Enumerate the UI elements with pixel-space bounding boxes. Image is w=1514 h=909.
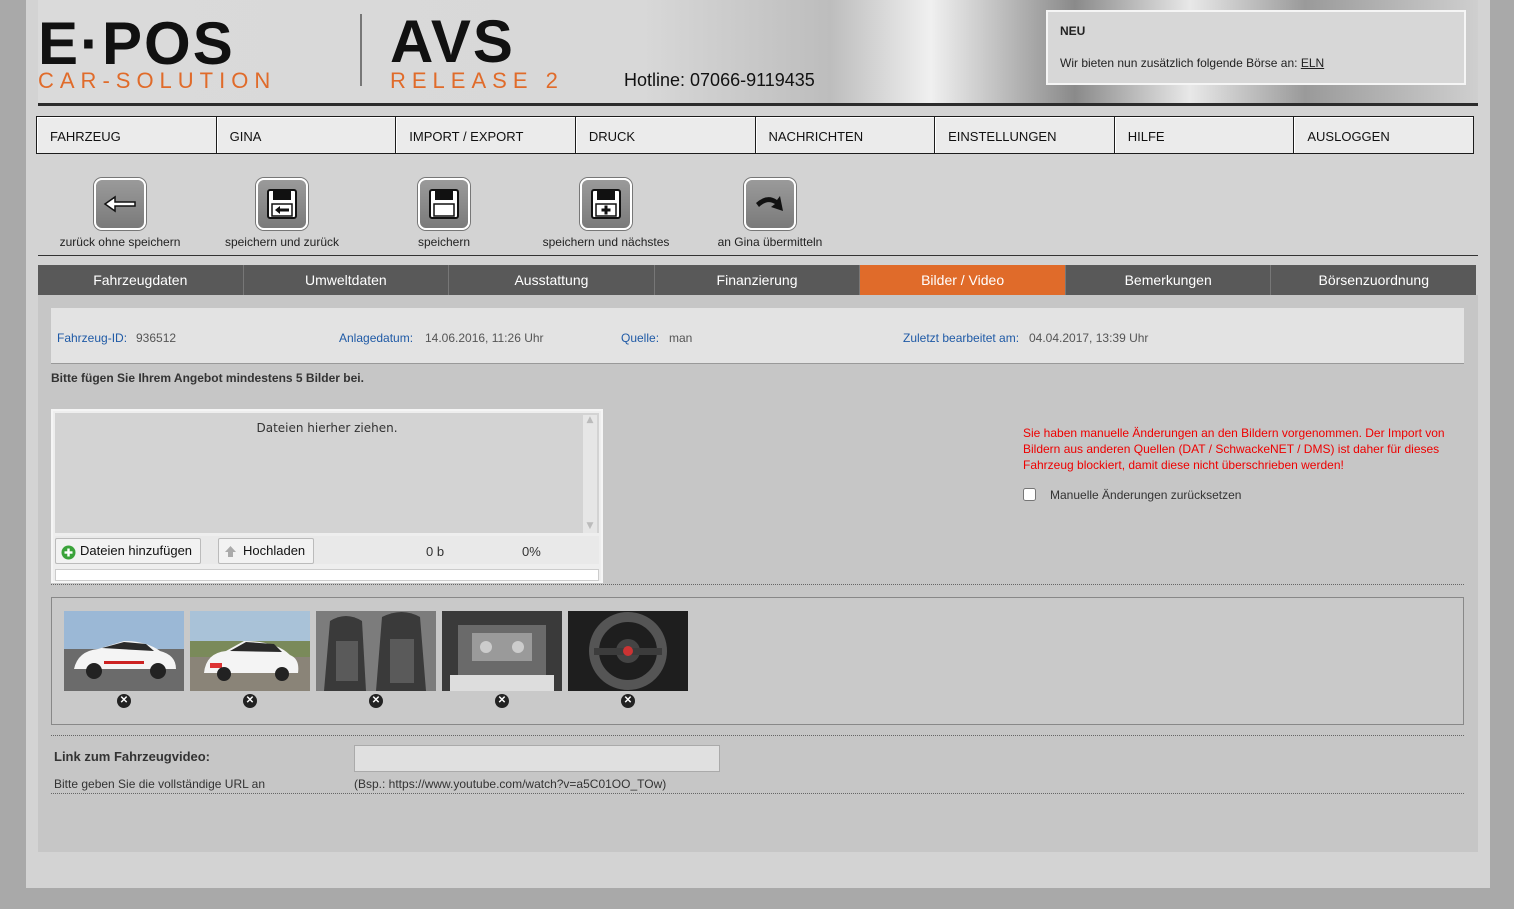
divider — [51, 584, 1464, 585]
upload-progress-bar — [55, 569, 599, 581]
created-value: 14.06.2016, 11:26 Uhr — [425, 331, 544, 345]
scroll-down-icon: ▼ — [586, 521, 594, 531]
file-uploader: Dateien hierher ziehen. ▲ ▼ Dateien hinzu… — [51, 409, 603, 583]
tab-umweltdaten[interactable]: Umweltdaten — [243, 265, 450, 295]
vehicle-id-value: 936512 — [136, 331, 177, 345]
vehicle-id-label: Fahrzeug-ID: — [57, 331, 128, 345]
vehicle-image-5[interactable] — [568, 611, 688, 691]
floppy-disk-icon — [418, 178, 470, 230]
vehicle-image-1[interactable] — [64, 611, 184, 691]
upload-button[interactable]: Hochladen — [218, 538, 315, 564]
section-tabs: Fahrzeugdaten Umweltdaten Ausstattung Fi… — [38, 265, 1477, 295]
save-button[interactable]: speichern — [374, 170, 514, 249]
save-and-next-button[interactable]: speichern und nächstes — [536, 170, 676, 249]
floppy-back-icon — [256, 178, 308, 230]
news-link-eln[interactable]: ELN — [1301, 56, 1324, 70]
reset-manual-changes[interactable]: Manuelle Änderungen zurücksetzen — [1023, 488, 1241, 502]
upload-label: Hochladen — [243, 543, 306, 558]
nav-import-export[interactable]: IMPORT / EXPORT — [396, 117, 575, 153]
save-and-next-label: speichern und nächstes — [542, 235, 670, 249]
delete-image-4-icon[interactable]: ✕ — [495, 694, 509, 708]
arrow-up-icon — [224, 545, 237, 561]
upload-percent: 0% — [522, 544, 541, 559]
tab-ausstattung[interactable]: Ausstattung — [449, 265, 655, 295]
save-and-back-label: speichern und zurück — [224, 235, 340, 249]
tab-fahrzeugdaten[interactable]: Fahrzeugdaten — [38, 265, 244, 295]
back-without-save-button[interactable]: zurück ohne speichern — [48, 170, 192, 249]
plus-circle-icon — [61, 545, 76, 563]
nav-hilfe[interactable]: HILFE — [1114, 117, 1294, 153]
nav-druck[interactable]: DRUCK — [575, 117, 755, 153]
add-files-button[interactable]: Dateien hinzufügen — [55, 538, 202, 564]
vehicle-image-3[interactable] — [316, 611, 436, 691]
main-nav: FAHRZEUG GINA IMPORT / EXPORT DRUCK NACH… — [36, 116, 1474, 154]
source-label: Quelle: — [621, 331, 660, 345]
send-arrow-icon — [744, 178, 796, 230]
tab-content: Fahrzeug-ID: 936512 Anlagedatum: 14.06.2… — [38, 295, 1478, 852]
back-without-save-label: zurück ohne speichern — [59, 235, 181, 249]
nav-nachrichten[interactable]: NACHRICHTEN — [755, 117, 935, 153]
save-and-back-button[interactable]: speichern und zurück — [212, 170, 352, 249]
reset-checkbox[interactable] — [1023, 488, 1036, 501]
nav-gina[interactable]: GINA — [216, 117, 396, 153]
upload-size: 0 b — [426, 544, 445, 559]
tab-bilder-video[interactable]: Bilder / Video — [860, 265, 1066, 295]
floppy-plus-icon — [580, 178, 632, 230]
tab-bemerkungen[interactable]: Bemerkungen — [1065, 265, 1272, 295]
edited-label: Zuletzt bearbeitet am: — [903, 331, 1020, 345]
reset-label: Manuelle Änderungen zurücksetzen — [1050, 488, 1242, 502]
epos-logo: E·POS — [38, 10, 235, 77]
tab-boersenzuordnung[interactable]: Börsenzuordnung — [1271, 265, 1477, 295]
delete-image-5-icon[interactable]: ✕ — [621, 694, 635, 708]
delete-image-1-icon[interactable]: ✕ — [117, 694, 131, 708]
vehicle-image-4[interactable] — [442, 611, 562, 691]
vehicle-image-2[interactable] — [190, 611, 310, 691]
nav-fahrzeug[interactable]: FAHRZEUG — [37, 117, 216, 153]
tab-finanzierung[interactable]: Finanzierung — [654, 265, 861, 295]
divider — [51, 793, 1464, 794]
hotline: Hotline: 07066-9119435 — [624, 70, 815, 90]
video-help-text: Bitte geben Sie die vollständige URL an — [54, 777, 266, 791]
video-link-label: Link zum Fahrzeugvideo: — [54, 749, 211, 764]
source-value: man — [669, 331, 693, 345]
delete-image-2-icon[interactable]: ✕ — [243, 694, 257, 708]
video-url-input[interactable] — [354, 745, 720, 772]
avs-logo-sub: RELEASE 2 — [390, 68, 564, 93]
drop-zone-scrollbar[interactable]: ▲ ▼ — [583, 415, 597, 533]
uploader-controls: Dateien hinzufügen Hochladen 0 b 0% — [55, 536, 599, 564]
news-box: NEU Wir bieten nun zusätzlich folgende B… — [1046, 10, 1466, 85]
avs-logo: AVS — [390, 8, 515, 75]
send-to-gina-label: an Gina übermitteln — [717, 235, 823, 249]
nav-ausloggen[interactable]: AUSLOGGEN — [1294, 117, 1473, 153]
divider — [51, 735, 1464, 736]
news-text: Wir bieten nun zusätzlich folgende Börse… — [1060, 56, 1325, 70]
delete-image-3-icon[interactable]: ✕ — [369, 694, 383, 708]
logo-divider — [360, 14, 362, 86]
vehicle-info-bar: Fahrzeug-ID: 936512 Anlagedatum: 14.06.2… — [51, 308, 1464, 364]
arrow-left-icon — [94, 178, 146, 230]
image-hint: Bitte fügen Sie Ihrem Angebot mindestens… — [51, 371, 364, 385]
action-toolbar: zurück ohne speichern speichern und zurü… — [38, 170, 1478, 256]
created-label: Anlagedatum: — [339, 331, 414, 345]
news-title: NEU — [1060, 24, 1086, 38]
video-example-text: (Bsp.: https://www.youtube.com/watch?v=a… — [354, 777, 667, 791]
epos-logo-sub: CAR-SOLUTION — [38, 68, 277, 93]
image-gallery: ✕ ✕ ✕ ✕ ✕ — [51, 597, 1464, 725]
send-to-gina-button[interactable]: an Gina übermitteln — [700, 170, 840, 249]
edited-value: 04.04.2017, 13:39 Uhr — [1029, 331, 1149, 345]
manual-changes-warning: Sie haben manuelle Änderungen an den Bil… — [1023, 426, 1445, 472]
drop-zone[interactable]: Dateien hierher ziehen. ▲ ▼ — [55, 413, 599, 533]
scroll-up-icon: ▲ — [586, 415, 594, 425]
drop-zone-text: Dateien hierher ziehen. — [256, 421, 398, 435]
header-divider — [38, 103, 1478, 106]
save-label: speichern — [417, 235, 471, 249]
add-files-label: Dateien hinzufügen — [80, 543, 193, 558]
nav-einstellungen[interactable]: EINSTELLUNGEN — [935, 117, 1114, 153]
